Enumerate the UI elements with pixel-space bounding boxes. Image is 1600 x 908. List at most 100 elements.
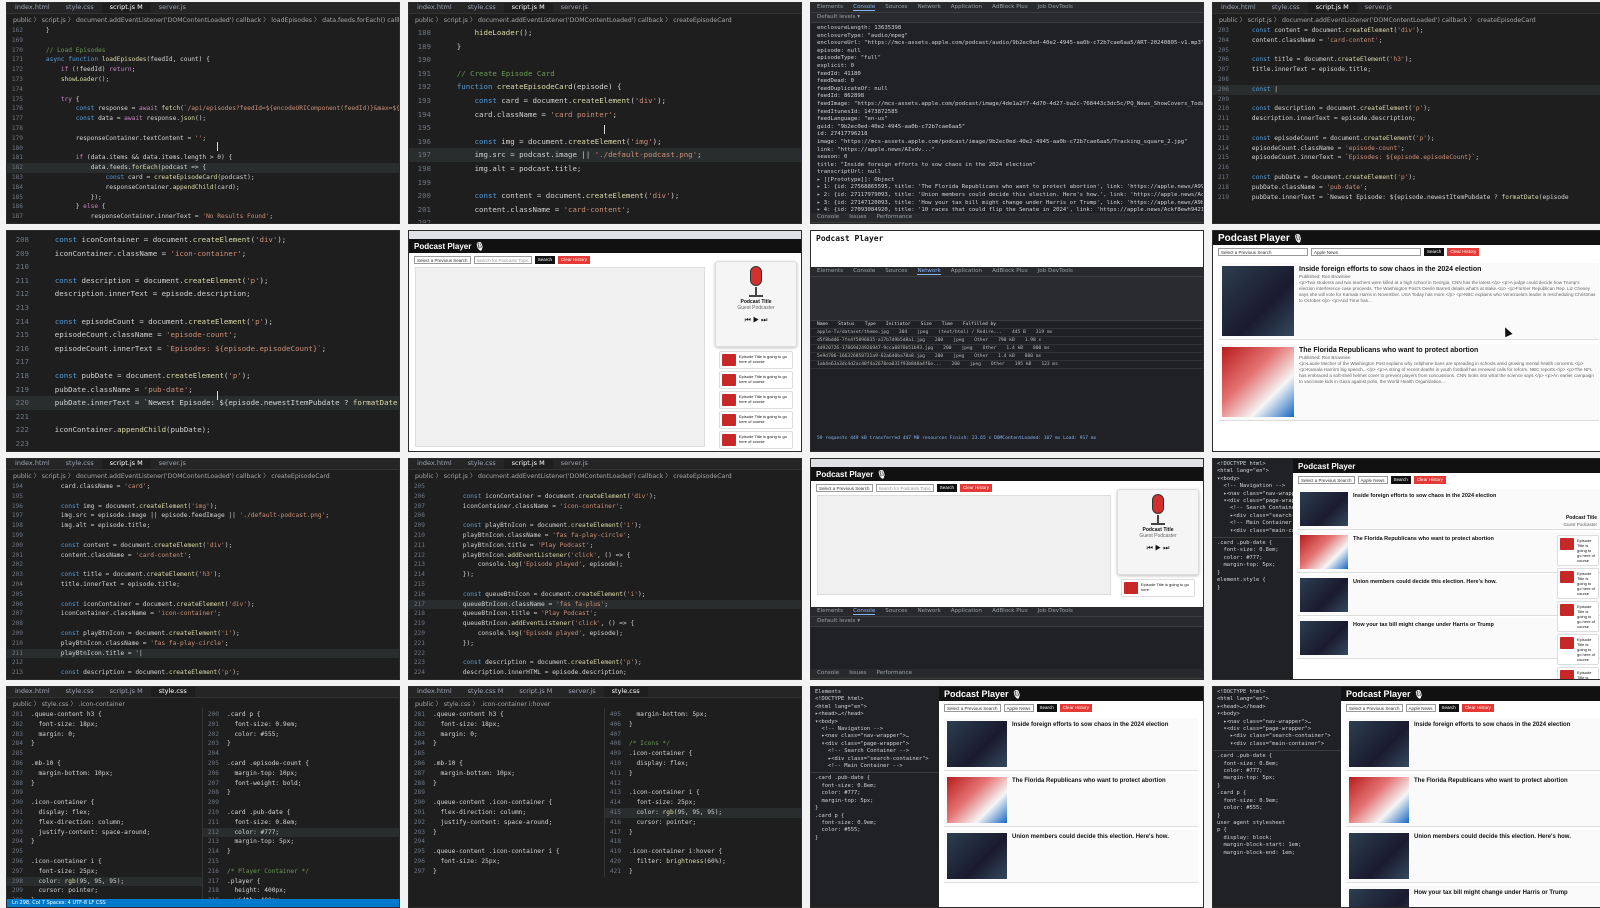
episode-card[interactable]: Union members could decide this election… [1346,830,1600,883]
log-level-filter[interactable]: Default levels ▾ [817,618,860,625]
editor-tab[interactable]: script.js M [511,687,560,697]
devtools-tab[interactable]: AdBlock Plus [992,4,1028,11]
queue-item[interactable]: Episode Title is going to go here [1121,579,1195,597]
clear-history-button[interactable]: Clear History [1447,248,1480,256]
devtools-tab[interactable]: AdBlock Plus [992,268,1028,275]
dom-node[interactable]: ▾<div class="main-container"> [1217,741,1337,748]
dom-node[interactable]: <!-- Search Container --> [1217,505,1311,512]
devtools-tab[interactable]: Sources [885,268,907,275]
previous-search-select[interactable]: Select a Previous Search [944,704,1001,712]
episode-card[interactable]: How your tax bill might change under Har… [1346,886,1600,907]
play-icon[interactable]: ▶ [753,317,761,324]
dom-node[interactable]: <!-- Navigation --> [815,726,935,733]
code-editor[interactable]: 208 const iconContainer = document.creat… [7,231,399,451]
network-row[interactable]: 5e9d706-166326858731a9-62a6d0ba70a8.jpg 2… [811,353,1203,361]
forward-icon[interactable]: ⏭ [761,317,767,324]
editor-tab[interactable]: style.css [460,459,504,469]
episode-card[interactable]: Inside foreign efforts to sow chaos in t… [1219,263,1599,340]
devtools-tab[interactable]: Elements [817,608,843,615]
code-editor[interactable]: 200 .card p {201 font-size: 0.9em; 202 col… [203,708,399,907]
editor-tab[interactable]: style.css [150,687,195,697]
clear-history-button[interactable]: Clear History [1059,704,1092,712]
code-editor[interactable]: 203 const content = document.createEleme… [1213,24,1600,202]
network-row[interactable]: 4d920726-17869424926947-9cca0878b51b93.j… [811,345,1203,353]
devtools-tab[interactable]: Job DevTools [1038,608,1073,615]
episode-card[interactable]: Inside foreign efforts to sow chaos in t… [1297,489,1600,530]
network-row[interactable]: 1ab4e63a3dc4d2ac48f4a2678ea031f93b8d0a4f… [811,361,1203,369]
search-input[interactable]: Search for Podcasts Topic [473,256,532,264]
editor-tab[interactable]: script.js M [101,459,151,469]
dom-node[interactable]: ▾<body> [1217,476,1289,483]
drawer-tab[interactable]: Performance [877,670,912,677]
devtools-tab[interactable]: Console [853,4,876,11]
editor-tab[interactable]: script.js M [1307,3,1357,13]
dom-node[interactable]: ▸<div class="search-container"> [1217,733,1337,740]
rewind-icon[interactable]: ⏮ [1147,545,1155,552]
dom-node[interactable]: ▸<div class="search-container"> [815,756,935,763]
dom-node[interactable]: ▸<nav class="nav-wrapper">… [1217,719,1337,726]
devtools-tab[interactable]: Application [951,268,982,275]
devtools-tab[interactable]: Network [917,608,940,615]
drawer-tab[interactable]: Issues [849,670,866,677]
search-button[interactable]: Search [534,256,555,264]
drawer-tab[interactable]: Console [817,214,839,221]
editor-tab[interactable]: style.css [58,3,102,13]
editor-tab[interactable]: server.js [560,687,603,697]
queue-item[interactable]: Episode Title is going to go here of cou… [1557,667,1599,679]
devtools-tab[interactable]: Network [917,4,940,11]
previous-search-select[interactable]: Select a Previous Search [816,484,873,492]
log-level-filter[interactable]: Default levels ▾ [817,14,860,21]
dom-node[interactable]: <!-- Navigation --> [1217,483,1289,490]
dom-node[interactable]: <html lang="en"> [1217,468,1289,475]
devtools-tab[interactable]: AdBlock Plus [992,608,1028,615]
dom-node[interactable]: <!-- Search Container --> [815,748,935,755]
queue-item[interactable]: Episode Title is going to go here of cou… [719,351,793,369]
editor-tab[interactable]: server.js [151,459,194,469]
clear-history-button[interactable]: Clear History [1413,476,1446,484]
dom-node[interactable]: ▾<div class="page-wrapper"> [1217,498,1311,505]
dom-node[interactable]: ▸<head>…</head> [1217,704,1337,711]
editor-tab[interactable]: style.css M [460,687,512,697]
devtools-tab[interactable]: Sources [885,608,907,615]
dom-node[interactable]: ▾<div class="page-wrapper"> [815,741,935,748]
queue-item[interactable]: Episode Title is going to go here of cou… [1557,634,1599,665]
search-button[interactable]: Search [1424,248,1445,256]
dom-node[interactable]: ▾<div class="page-wrapper"> [1217,726,1337,733]
drawer-tab[interactable]: Performance [877,214,912,221]
editor-tab[interactable]: style.css [460,3,504,13]
episode-card[interactable]: Inside foreign efforts to sow chaos in t… [1346,718,1600,771]
devtools-tab[interactable]: Application [951,608,982,615]
code-editor[interactable]: 188 hideLoader(); 189 } 190 191 // Create E… [409,24,801,223]
devtools-tab[interactable]: Elements [817,4,843,11]
devtools-tab[interactable]: Job DevTools [1038,4,1073,11]
drawer-tab[interactable]: Console [817,670,839,677]
queue-item[interactable]: Episode Title is going to go here of cou… [719,391,793,409]
editor-tab[interactable]: script.js M [101,3,151,13]
editor-tab[interactable]: server.js [553,3,596,13]
queue-item[interactable]: Episode Title is going to go here of cou… [719,411,793,429]
editor-tab[interactable]: script.js M [503,3,553,13]
editor-tab[interactable]: index.html [7,459,58,469]
dom-node[interactable]: ▸<head>…</head> [815,711,935,718]
devtools-tab[interactable]: Console [853,608,876,615]
editor-tab[interactable]: server.js [553,459,596,469]
queue-item[interactable]: Episode Title is going to go here of cou… [1557,601,1599,632]
search-button[interactable]: Search [936,484,957,492]
editor-tab[interactable]: index.html [409,459,460,469]
search-button[interactable]: Search [1390,476,1411,484]
dom-node[interactable]: ▾<div class="main-container"> [1217,528,1324,535]
dom-node[interactable]: <!-- Main Container --> [815,763,935,770]
dom-node[interactable]: <html lang="en"> [1217,696,1337,703]
editor-tab[interactable]: style.css [1264,3,1308,13]
dom-node[interactable]: <!DOCTYPE html> [1217,461,1289,468]
episode-card[interactable]: The Florida Republicans who want to prot… [944,774,1198,827]
search-button[interactable]: Search [1036,704,1057,712]
search-input[interactable]: Apple News [1003,704,1034,712]
episode-card[interactable]: The Florida Republicans who want to prot… [1346,774,1600,827]
devtools-tab[interactable]: Application [951,4,982,11]
dom-node[interactable]: ▸<nav class="nav-wrapper">…</nav> [1217,491,1330,498]
dom-node[interactable]: ▾<body> [815,719,935,726]
editor-tab[interactable]: script.js M [102,687,151,697]
devtools-tab[interactable]: Sources [885,4,907,11]
queue-item[interactable]: Episode Title is going to go here of cou… [1557,535,1599,566]
